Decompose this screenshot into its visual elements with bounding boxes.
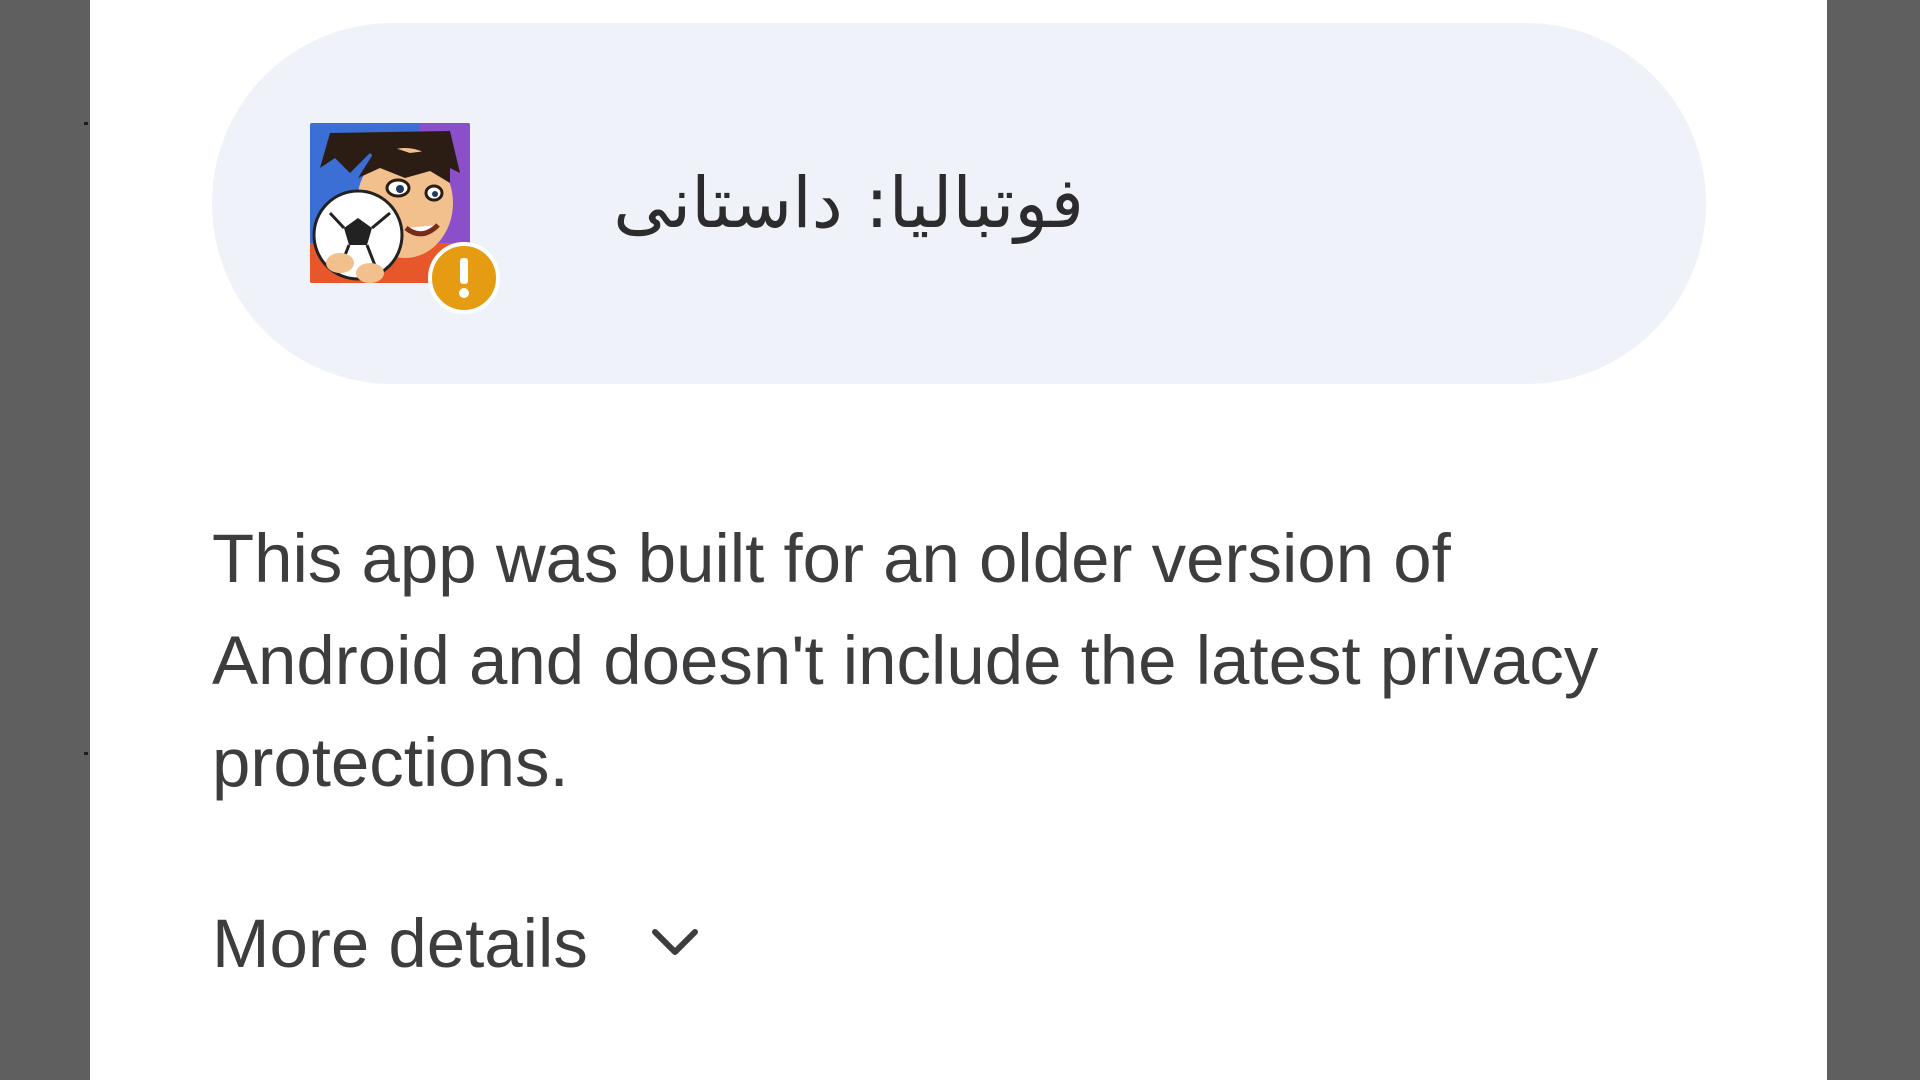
- app-icon-container: [310, 123, 500, 314]
- backdrop-right: [1827, 0, 1920, 1080]
- backdrop-mark: [84, 122, 88, 125]
- compatibility-warning-text: This app was built for an older version …: [212, 520, 1599, 801]
- backdrop-mark: [84, 752, 88, 755]
- screen: فوتبالیا: داستانی This app was built for…: [0, 0, 1920, 1080]
- more-details-label: More details: [212, 904, 588, 982]
- warning-exclamation-icon: [428, 242, 500, 314]
- chevron-down-icon: [650, 918, 700, 968]
- warning-dialog-sheet: فوتبالیا: داستانی This app was built for…: [90, 0, 1827, 1080]
- app-info-card: فوتبالیا: داستانی: [212, 23, 1706, 384]
- app-name: فوتبالیا: داستانی: [613, 162, 1084, 244]
- more-details-button[interactable]: More details: [212, 893, 700, 993]
